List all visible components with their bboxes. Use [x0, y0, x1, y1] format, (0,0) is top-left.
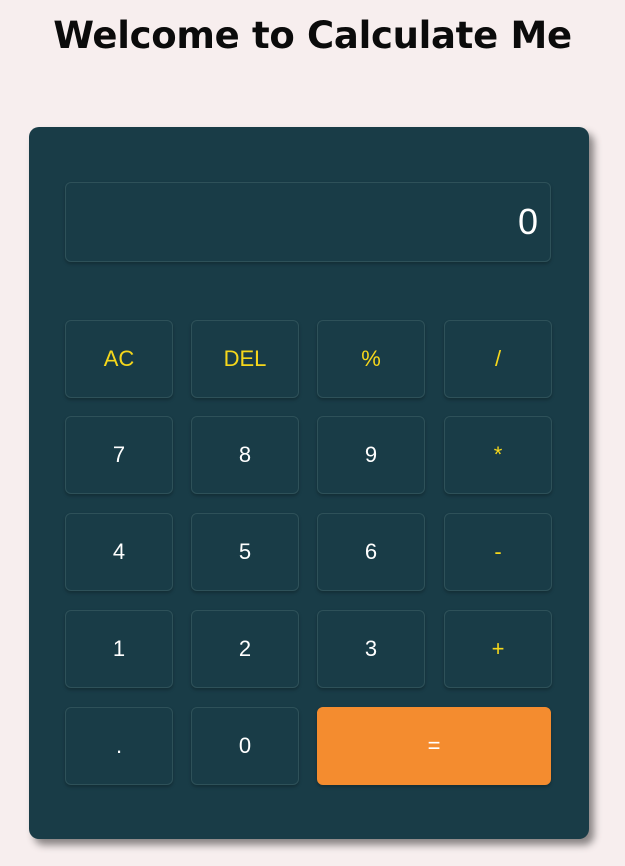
digit-0-button[interactable]: 0 [191, 707, 299, 785]
digit-3-button[interactable]: 3 [317, 610, 425, 688]
page-title: Welcome to Calculate Me [53, 14, 572, 57]
multiply-button[interactable]: * [444, 416, 552, 494]
divide-button[interactable]: / [444, 320, 552, 398]
calculator: 0 AC DEL % / 7 8 9 * 4 5 6 - 1 2 3 + . 0… [29, 127, 589, 839]
digit-6-button[interactable]: 6 [317, 513, 425, 591]
percent-button[interactable]: % [317, 320, 425, 398]
digit-1-button[interactable]: 1 [65, 610, 173, 688]
all-clear-button[interactable]: AC [65, 320, 173, 398]
add-button[interactable]: + [444, 610, 552, 688]
subtract-button[interactable]: - [444, 513, 552, 591]
digit-4-button[interactable]: 4 [65, 513, 173, 591]
digit-5-button[interactable]: 5 [191, 513, 299, 591]
digit-8-button[interactable]: 8 [191, 416, 299, 494]
digit-2-button[interactable]: 2 [191, 610, 299, 688]
delete-button[interactable]: DEL [191, 320, 299, 398]
digit-9-button[interactable]: 9 [317, 416, 425, 494]
calculator-display: 0 [65, 182, 551, 262]
decimal-button[interactable]: . [65, 707, 173, 785]
digit-7-button[interactable]: 7 [65, 416, 173, 494]
equals-button[interactable]: = [317, 707, 551, 785]
display-value: 0 [517, 201, 538, 242]
